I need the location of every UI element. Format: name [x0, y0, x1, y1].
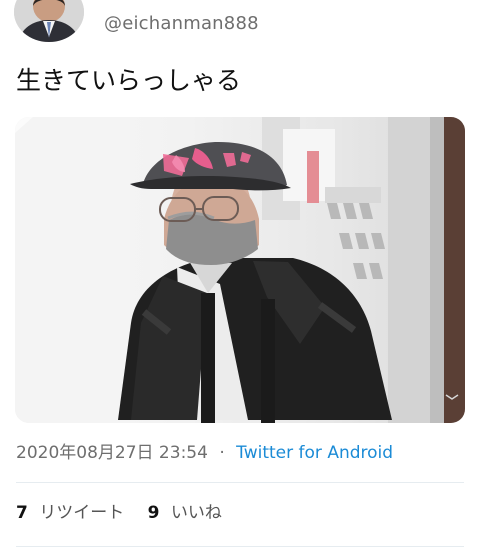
tweet-photo[interactable]	[15, 117, 465, 423]
divider-top	[16, 482, 464, 483]
tweet-text: 生きていらっしゃる	[16, 66, 242, 95]
tweet-source-link[interactable]: Twitter for Android	[236, 440, 393, 466]
tweet-photo-illustration	[15, 117, 465, 423]
retweets-stat[interactable]: 7 リツイート	[16, 499, 124, 527]
author-avatar[interactable]	[14, 0, 84, 42]
retweet-count: 7	[16, 503, 28, 523]
divider-bottom	[16, 546, 464, 547]
retweet-label: リツイート	[39, 503, 125, 523]
tweet-screenshot: @eichanman888 生きていらっしゃる 2020年08月27日 23:5…	[0, 0, 480, 553]
tweet-header: @eichanman888	[0, 0, 480, 50]
tweet-stats: 7 リツイート 9 いいね	[16, 499, 240, 527]
like-count: 9	[147, 503, 160, 523]
likes-stat[interactable]: 9 いいね	[148, 499, 222, 527]
tweet-timestamp: 2020年08月27日 23:54	[16, 443, 208, 463]
like-label: いいね	[170, 503, 222, 523]
author-handle[interactable]: @eichanman888	[104, 13, 259, 35]
meta-separator: ·	[219, 443, 225, 463]
tweet-meta: 2020年08月27日 23:54 · Twitter for Android	[16, 440, 393, 466]
